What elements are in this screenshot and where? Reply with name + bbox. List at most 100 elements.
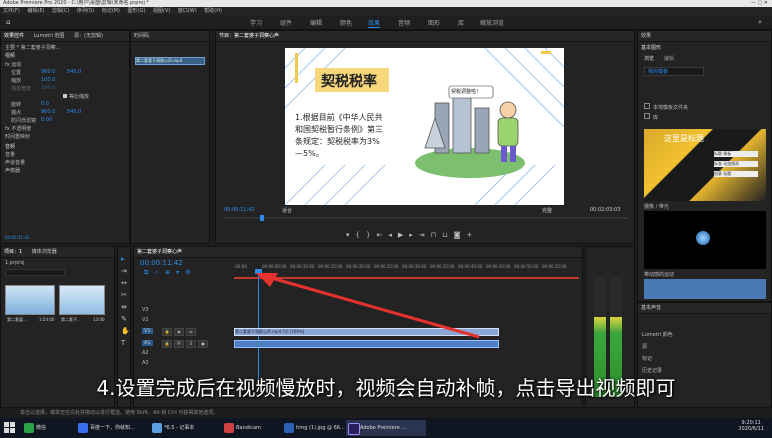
menu-view[interactable]: 视图(V) [153,8,170,14]
slip-icon[interactable]: ⇹ [121,303,127,311]
menu-graphics[interactable]: 图形(G) [128,8,146,14]
template-thumbnail[interactable] [644,211,766,269]
search-icon[interactable]: ⌕ [758,18,762,27]
playhead-marker[interactable] [260,215,264,221]
track-label-a3[interactable]: A3 [142,360,149,366]
audio-row[interactable]: 声道音量 [5,159,25,166]
workspace-more[interactable]: 缩放浏览 [480,18,504,27]
panel-link[interactable]: 源 [642,343,647,350]
hand-icon[interactable]: ✋ [121,327,130,335]
effect-row[interactable]: 缩放 100.0 [11,77,55,84]
marker-icon[interactable]: ▾ [346,231,356,239]
menu-file[interactable]: 文件(F) [3,8,20,14]
wrench-icon[interactable]: ⚙ [185,269,196,276]
workspace-effects[interactable]: 效果 [368,18,381,28]
tab-project[interactable]: 项目：1 [4,249,22,255]
workspace-libraries[interactable]: 库 [458,18,464,27]
track-eye-icon[interactable]: ◉ [174,328,184,336]
panel-link[interactable]: 标记 [642,355,652,362]
tab-browse[interactable]: 浏览 [644,55,654,62]
track-label-a2[interactable]: A2 [142,350,149,356]
template-thumbnail[interactable] [644,279,766,299]
taskbar-item-wechat[interactable]: 微信 [22,420,84,436]
tab-program[interactable]: 节目：第二套婆子洞察心声 [219,33,279,39]
fit-dropdown[interactable]: 适合 [282,207,292,214]
track-sync-icon[interactable]: ⇆ [186,328,196,336]
linked-icon[interactable]: ⊕ [165,269,176,276]
go-to-in-icon[interactable]: ⇤ [376,231,388,239]
home-icon[interactable]: ⌂ [6,18,10,26]
quality-dropdown[interactable]: 完整 [542,207,552,214]
local-templates-checkbox[interactable]: 本地模板文件夹 [644,103,688,111]
mic-icon[interactable]: ● [198,340,208,348]
panel-link[interactable]: Lumetri 颜色 [642,331,673,338]
ripple-edit-icon[interactable]: ↔ [121,279,127,287]
menu-edit[interactable]: 编辑(E) [27,8,44,14]
workspace-learn[interactable]: 学习 [250,18,262,27]
track-label-v3[interactable]: V3 [142,307,149,313]
media-clip[interactable]: 第二套婆子洞察心声.mp4 [135,57,205,65]
workspace-edit[interactable]: 编辑 [310,18,322,27]
template-thumbnail[interactable]: 这里是标题 标题 模板 标准 动态图形 创意 标题 [644,129,766,201]
go-to-out-icon[interactable]: ⇥ [419,231,431,239]
library-checkbox[interactable]: 库 [644,113,658,121]
audio-row[interactable]: 音量 [5,151,15,158]
tab-lumetri-scopes[interactable]: Lumetri 范围 [34,33,65,39]
checkbox-icon[interactable] [644,113,650,119]
extract-icon[interactable]: ⊔ [442,231,453,239]
audio-clip[interactable] [234,340,499,348]
my-templates-button[interactable]: 我的模板 [644,67,704,76]
workspace-graphics[interactable]: 图形 [428,18,440,27]
taskbar-item-premiere[interactable]: Adobe Premiere ... [346,420,426,436]
tab-effect-controls[interactable]: 效果控件 [4,33,24,39]
solo-icon[interactable]: S [186,340,196,348]
lift-icon[interactable]: ⊓ [431,231,442,239]
effect-row[interactable]: 时间重映射 [5,133,30,140]
start-icon[interactable] [4,422,16,434]
effect-row[interactable]: 防闪烁滤镜 0.00 [11,117,52,124]
type-icon[interactable]: T [121,339,125,347]
track-lock-icon[interactable]: 🔒 [162,328,172,336]
snap-icon[interactable]: ⌒ [154,269,165,276]
program-time[interactable]: 00:00:11:42 [224,207,255,213]
play-icon[interactable]: ▶ [398,231,409,239]
workspace-audio[interactable]: 音频 [398,18,410,27]
menu-clip[interactable]: 剪辑(C) [52,8,69,14]
menu-marker[interactable]: 标记(M) [102,8,120,14]
mark-out-icon[interactable]: } [366,231,376,239]
taskbar-item-notepad[interactable]: *6.5 - 记事本 [150,420,230,436]
selection-tool-icon[interactable]: ▸ [121,255,125,263]
effect-row[interactable]: fx 不透明度 [5,125,31,132]
menu-window[interactable]: 窗口(W) [178,8,197,14]
marker-icon[interactable]: ▾ [176,269,185,276]
nest-icon[interactable]: ⧉ [144,269,154,276]
timeline-time[interactable]: 00:00:11:42 [140,259,183,267]
effect-row[interactable]: 旋转 0.0 [11,101,49,108]
workspace-assembly[interactable]: 组件 [280,18,292,27]
effect-row[interactable]: 缩放宽度 100.0 [11,85,55,92]
checkbox-icon[interactable] [644,103,650,109]
razor-icon[interactable]: ✂ [121,291,127,299]
menu-help[interactable]: 帮助(H) [204,8,222,14]
transport-controls[interactable]: ▾{}⇤◂▶▸⇥⊓⊔◙+ [346,231,556,241]
step-forward-icon[interactable]: ▸ [409,231,419,239]
audio-row[interactable]: 声像器 [5,167,20,174]
tab-edit[interactable]: 编辑 [664,55,674,62]
timeline-tools[interactable]: ⧉⌒⊕▾⚙ [144,269,196,277]
tab-source[interactable]: 源：(无剪辑) [74,33,103,39]
track-select-icon[interactable]: ⇥ [121,267,127,275]
track-label-v1[interactable]: V1 [142,328,153,334]
export-frame-icon[interactable]: ◙ [454,231,467,239]
tab-media-browser[interactable]: 媒体浏览器 [32,249,57,255]
track-lock-icon[interactable]: 🔒 [162,340,172,348]
add-icon[interactable]: + [466,231,478,239]
program-scrubber[interactable] [224,217,628,219]
menu-sequence[interactable]: 序列(S) [77,8,94,14]
clock[interactable]: 9:20:11 2020/6/11 [738,420,764,432]
effect-row[interactable]: 位置 960.0 540.0 [11,69,81,76]
clip-selector[interactable]: 主要 * 第二套婆子洞察... [5,44,60,51]
checkbox-icon[interactable] [63,94,67,98]
tab-effects[interactable]: 效果 [641,33,651,39]
window-controls[interactable]: — ▢ ✕ [751,0,768,7]
uniform-scale-checkbox[interactable]: 等比缩放 [63,93,89,100]
